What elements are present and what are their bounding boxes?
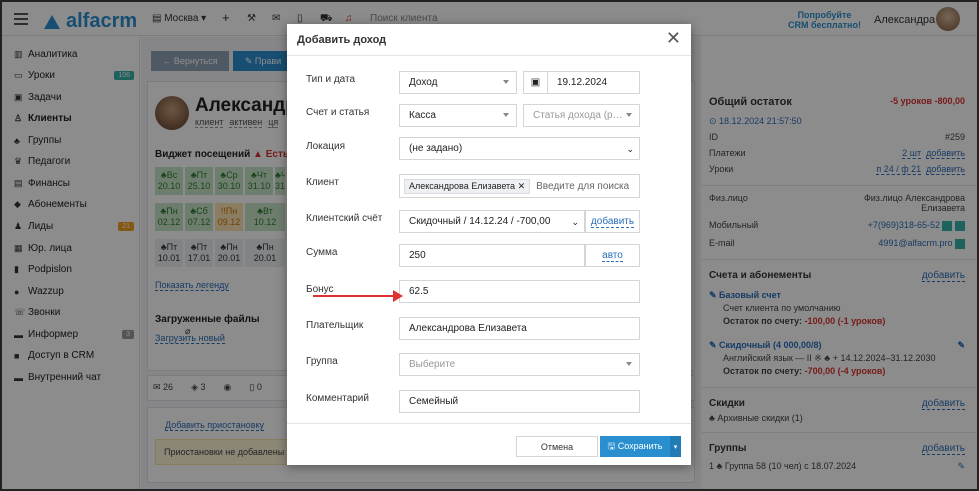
- payer-value: Александрова Елизавета: [409, 323, 527, 334]
- client-account-value: Скидочный / 14.12.24 / -700,00: [409, 216, 551, 227]
- modal-title: Добавить доход: [297, 34, 387, 46]
- comment-input[interactable]: Семейный: [399, 390, 640, 413]
- sum-label: Сумма: [306, 247, 338, 258]
- article-placeholder: Статья дохода (р…: [533, 110, 623, 121]
- group-label: Группа: [306, 356, 338, 367]
- save-button[interactable]: 🖫 Сохранить: [600, 436, 670, 457]
- article-select[interactable]: Статья дохода (р…: [523, 104, 640, 127]
- sum-input[interactable]: 250: [399, 244, 585, 267]
- account-label: Счет и статья: [306, 107, 370, 118]
- payer-label: Плательщик: [306, 320, 364, 331]
- client-search-placeholder: Введите для поиска: [536, 180, 630, 192]
- bonus-input[interactable]: 62.5: [399, 280, 640, 303]
- add-client-account-button[interactable]: добавить: [585, 210, 640, 233]
- bonus-value: 62.5: [409, 286, 429, 297]
- close-icon[interactable]: ✕: [666, 28, 681, 49]
- save-options-button[interactable]: ▾: [670, 436, 681, 457]
- bonus-label: Бонус: [306, 284, 334, 295]
- cancel-button[interactable]: Отмена: [516, 436, 598, 457]
- client-tag: Александрова Елизавета ✕: [404, 178, 531, 194]
- auto-sum-text: авто: [602, 249, 623, 262]
- chevron-down-icon: ⌄: [571, 217, 579, 227]
- client-account-select[interactable]: Скидочный / 14.12.24 / -700,00 ⌄: [399, 210, 585, 233]
- cashbox-select[interactable]: Касса: [399, 104, 517, 127]
- caret-down-icon: [626, 113, 632, 117]
- chevron-down-icon: ⌄: [626, 144, 634, 154]
- modal-header: Добавить доход ✕: [287, 24, 691, 56]
- group-select[interactable]: Выберите: [399, 353, 640, 376]
- payer-input[interactable]: Александрова Елизавета: [399, 317, 640, 340]
- comment-label: Комментарий: [306, 393, 369, 404]
- date-value: 19.12.2024: [557, 77, 608, 88]
- location-value: (не задано): [409, 143, 463, 154]
- caret-down-icon: [503, 113, 509, 117]
- date-input[interactable]: ▣ 19.12.2024: [523, 71, 640, 94]
- comment-value: Семейный: [409, 396, 459, 407]
- caret-down-icon: [626, 362, 632, 366]
- auto-sum-button[interactable]: авто: [585, 244, 640, 267]
- location-label: Локация: [306, 141, 346, 152]
- cashbox-value: Касса: [409, 110, 436, 121]
- type-select[interactable]: Доход: [399, 71, 517, 94]
- client-label: Клиент: [306, 177, 339, 188]
- sum-value: 250: [409, 250, 426, 261]
- client-tag-label: Александрова Елизавета: [409, 180, 516, 191]
- client-input[interactable]: Александрова Елизавета ✕ Введите для поис…: [399, 174, 640, 198]
- add-income-modal: Добавить доход ✕ Тип и дата Доход ▣ 19.12…: [287, 24, 691, 465]
- caret-down-icon: [503, 80, 509, 84]
- type-value: Доход: [409, 77, 438, 88]
- location-select[interactable]: (не задано) ⌄: [399, 137, 640, 160]
- add-client-account-text: добавить: [590, 215, 635, 228]
- remove-tag-icon[interactable]: ✕: [518, 181, 526, 191]
- group-placeholder: Выберите: [409, 359, 456, 370]
- type-date-label: Тип и дата: [306, 74, 356, 85]
- calendar-icon: ▣: [524, 72, 548, 93]
- client-account-label: Клиентский счёт: [306, 213, 383, 224]
- annotation-arrow: [313, 290, 403, 302]
